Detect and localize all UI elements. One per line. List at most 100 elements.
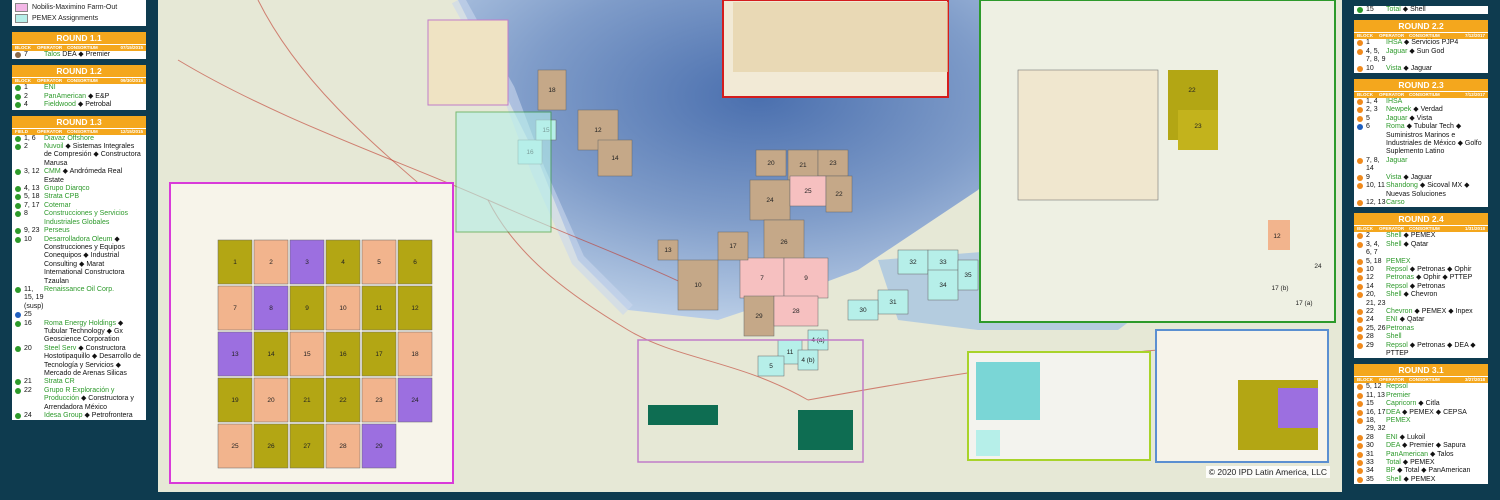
inset-block-label: 12: [1273, 233, 1281, 240]
status-dot-icon: [1357, 334, 1363, 341]
block-label: 7: [760, 275, 764, 282]
entry-operator: ENI: [44, 84, 56, 92]
entry-operators: Roma ◆ Tubular Tech ◆ Suministros Marino…: [1386, 123, 1485, 157]
entry-block: 16, 17: [1366, 408, 1386, 416]
entry-block: 12: [1366, 274, 1374, 282]
entry-block: 5, 12: [1366, 383, 1382, 391]
entry-operator: Fieldwood: [44, 101, 76, 109]
entry-operator: Repsol: [1386, 282, 1408, 290]
status-dot-icon: [15, 228, 21, 235]
entry-operators: Capricorn ◆ Citla: [1386, 400, 1485, 408]
legend-item: PEMEX Assignments: [15, 13, 143, 24]
entry-operator: Shell: [1386, 240, 1402, 248]
round-entry: 20 Steel Serv ◆ Constructora Hostotipaqui…: [12, 345, 146, 379]
round-entry: 4, 13 Grupo Diarqco: [12, 185, 146, 193]
round-header-cell: CONSORTIUM: [1409, 377, 1440, 383]
entry-operator: Premier: [1386, 391, 1411, 399]
southeast-block-dark-2: [798, 410, 853, 450]
entry-operators: Vista ◆ Jaguar: [1386, 65, 1485, 73]
block-label: 13: [231, 351, 239, 358]
round-entry: 3, 12 CMM ◆ Andrómeda Real Estate: [12, 168, 146, 185]
status-dot-icon: [1357, 308, 1363, 315]
legend-item: Nobilis-Maximino Farm-Out: [15, 2, 143, 13]
entry-operator: Perseus: [44, 227, 70, 235]
entry-partners: ◆ Lukoil: [1397, 433, 1426, 441]
round-entry: 7, 8, 14 Jaguar: [1354, 157, 1488, 174]
tabasco-block-10: [1278, 388, 1318, 428]
entry-operators: Total ◆ Shell: [1386, 6, 1485, 14]
block-label: 1: [233, 259, 237, 266]
entry-operator: Repsol: [1386, 341, 1408, 349]
legend-swatch: [15, 3, 28, 12]
entry-operator: Vista: [1386, 173, 1402, 181]
block-label: 19: [231, 397, 239, 404]
round-entry: 8 Construcciones y Servicios Industriales…: [12, 210, 146, 227]
round-entry: 3, 4, 6, 7 Shell ◆ Qatar: [1354, 241, 1488, 258]
map-area[interactable]: 18 12 14 20 21 23 24 25 22 26 7 9 29 28 10 17 13 32 33 34 3…: [158, 0, 1342, 492]
entry-block: 1: [24, 84, 28, 92]
round-entry: 7 Talos DEA ◆ Premier: [12, 51, 146, 59]
round-table: ROUND 1.3 FIELD OPERATOR CONSORTIUM 12/15/20…: [12, 115, 146, 421]
right-legend-panel: 15 Total ◆ Shell ROUND 2.2 BLOCK OPERATOR CON…: [1342, 0, 1500, 500]
entry-partners: DEA ◆ Premier: [60, 51, 111, 58]
status-dot-icon: [1357, 392, 1363, 399]
entry-operator: Construcciones y Servicios Industriales …: [44, 210, 129, 226]
round-header-cell: BLOCK: [1357, 92, 1373, 98]
entry-operators: ENI ◆ Lukoil: [1386, 434, 1485, 442]
status-dot-icon: [1357, 40, 1363, 47]
status-dot-icon: [1357, 460, 1363, 467]
entry-partners: ◆ Premier ◆ Sapura: [1400, 442, 1466, 450]
round-entry: 25, 26 Petronas: [1354, 325, 1488, 333]
entry-block: 22: [24, 386, 32, 394]
status-dot-icon: [1357, 409, 1363, 416]
entry-partners: ◆ Verdad: [1411, 106, 1443, 114]
entry-block: 15: [1366, 6, 1374, 13]
status-dot-icon: [1357, 258, 1363, 265]
entry-partners: ◆ Jaguar: [1401, 64, 1433, 72]
round-entry: 35 Shell ◆ PEMEX: [1354, 476, 1488, 484]
entry-operators: Jaguar: [1386, 157, 1485, 174]
inset-block-label: 17 (b): [1272, 285, 1289, 292]
status-dot-icon: [1357, 7, 1363, 13]
entry-partners: ◆ Chevron: [1401, 291, 1438, 299]
entry-operator: Shandong: [1386, 182, 1418, 190]
entry-operators: Grupo R Exploración y Producción ◆ Const…: [44, 387, 143, 412]
status-dot-icon: [1357, 317, 1363, 324]
block-label: 4 (b): [801, 357, 814, 364]
entry-operator: CMM: [44, 168, 61, 176]
entry-operators: Newpek ◆ Verdad: [1386, 106, 1485, 114]
entry-partners: ◆ Petronas: [1407, 282, 1446, 290]
round-header-cell: CONSORTIUM: [67, 78, 98, 84]
entry-operator: Renaissance Oil Corp.: [44, 285, 115, 293]
block-label: 24: [411, 397, 419, 404]
entry-operator: Petronas: [1386, 324, 1415, 332]
round-header-cell: BLOCK: [1357, 33, 1373, 39]
entry-operator: IHSA: [1386, 39, 1402, 47]
entry-operator: Shell: [1386, 475, 1402, 483]
entry-operators: Jaguar ◆ Vista: [1386, 115, 1485, 123]
round-entry: 2 Nuvoil ◆ Sistemas Integrales de Compres…: [12, 143, 146, 168]
campeche-block-32: [976, 362, 1040, 420]
entry-block: 22: [1366, 307, 1374, 315]
status-dot-icon: [1357, 107, 1363, 114]
round-entry: 28 Shell: [1354, 333, 1488, 341]
block-label: 4: [341, 259, 345, 266]
entry-block: 25: [24, 311, 32, 319]
entry-block: 25, 26: [1366, 324, 1386, 332]
entry-block: 2: [24, 143, 28, 151]
status-dot-icon: [1357, 65, 1363, 72]
entry-operators: Repsol ◆ Petronas ◆ Ophir: [1386, 266, 1485, 274]
status-dot-icon: [15, 85, 21, 92]
round-entry: 1 ENI: [12, 84, 146, 92]
entry-operators: IHSA ◆ Servicios PJP4: [1386, 39, 1485, 47]
entry-block: 21: [24, 378, 32, 386]
entry-operators: Steel Serv ◆ Constructora Hostotipaquill…: [44, 345, 143, 379]
rounds-right-column: 15 Total ◆ Shell ROUND 2.2 BLOCK OPERATOR CON…: [1342, 6, 1500, 485]
entry-operators: Strata CR: [44, 378, 143, 386]
status-dot-icon: [1357, 418, 1363, 425]
round-header-cell: OPERATOR: [1379, 92, 1405, 98]
status-dot-icon: [1357, 183, 1363, 190]
round-title: ROUND 3.1: [1354, 364, 1488, 377]
status-dot-icon: [1357, 115, 1363, 122]
entry-operator: PanAmerican: [1386, 450, 1429, 458]
